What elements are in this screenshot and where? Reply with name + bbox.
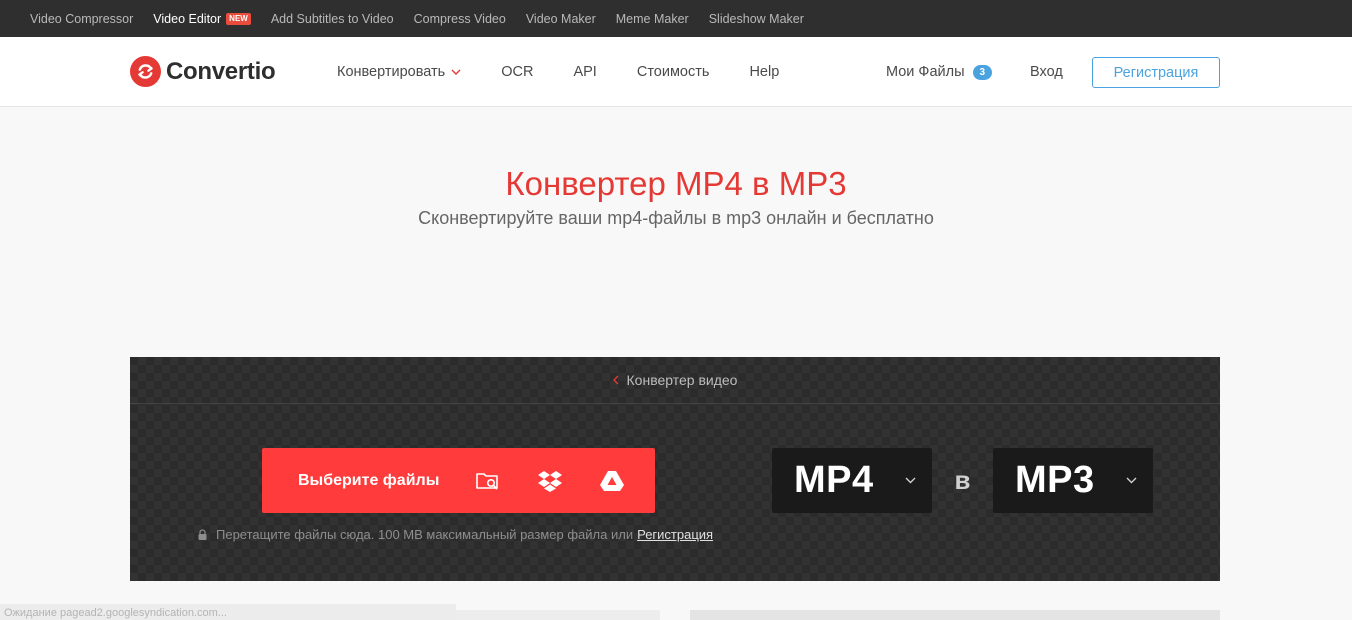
topbar-link-slideshow-maker[interactable]: Slideshow Maker [709,12,804,26]
topbar-link-label: Meme Maker [615,11,689,26]
nav-item-label: Стоимость [636,64,710,80]
dropbox-icon[interactable] [537,468,563,494]
google-drive-icon[interactable] [599,468,625,494]
my-files-link[interactable]: Мои Файлы 3 [886,37,993,107]
converter-panel: Конвертер видео Выберите файлы Перетащит… [130,357,1220,581]
nav-item-pricing[interactable]: Стоимость [637,64,710,80]
folder-search-icon[interactable] [475,468,501,494]
upload-hint: Перетащите файлы сюда. 100 MB максимальн… [198,527,713,542]
chevron-down-icon [1126,477,1137,484]
chevron-left-icon [612,372,619,388]
topbar-link-video-maker[interactable]: Video Maker [526,12,596,26]
nav-item-label: Конвертировать [337,64,446,80]
topbar-link-label: Slideshow Maker [708,11,804,26]
nav-item-api[interactable]: API [573,64,596,80]
register-button[interactable]: Регистрация [1092,57,1220,88]
browser-status-bar: Ожидание pagead2.googlesyndication.com..… [0,604,456,620]
convertio-logo-icon [130,56,161,87]
logo-text: Convertio [166,57,276,85]
hint-text: Перетащите файлы сюда. 100 MB максимальн… [216,527,634,542]
chevron-down-icon [905,477,916,484]
choose-files-button[interactable]: Выберите файлы [262,448,655,513]
page-title: Конвертер MP4 в MP3 [505,165,847,202]
topbar-link-label: Video Compressor [30,11,134,26]
topbar-link-video-editor[interactable]: Video Editor NEW [153,12,251,26]
my-files-label: Мои Файлы [886,64,965,80]
topbar-link-label: Add Subtitles to Video [270,11,394,26]
topbar-link-meme-maker[interactable]: Meme Maker [616,12,689,26]
site-header: Convertio Конвертировать OCR API Стоимос… [0,37,1352,107]
format-connector: в [954,465,971,495]
nav-item-ocr[interactable]: OCR [501,64,533,80]
login-link[interactable]: Вход [1030,37,1063,107]
topbar-link-add-subtitles[interactable]: Add Subtitles to Video [271,12,394,26]
source-format-label: MP4 [794,459,874,501]
topbar-link-label: Compress Video [413,11,506,26]
topbar-link-compress-video[interactable]: Compress Video [414,12,506,26]
nav-item-label: API [573,64,597,80]
files-count-badge: 3 [972,64,993,80]
topbar-link-label: Video Maker [525,11,596,26]
topbar-link-label: Video Editor [153,11,222,26]
topbar-link-video-compressor[interactable]: Video Compressor [30,12,133,26]
new-badge: NEW [226,12,251,25]
logo[interactable]: Convertio [130,56,276,87]
main-nav: Конвертировать OCR API Стоимость Help [337,37,819,107]
content-placeholder [456,610,660,620]
lock-icon [198,529,207,540]
top-bar: Video Compressor Video Editor NEW Add Sub… [0,0,1352,37]
login-label: Вход [1030,64,1063,80]
source-format-select[interactable]: MP4 [772,448,932,513]
breadcrumb[interactable]: Конвертер видео [130,357,1220,404]
nav-item-help[interactable]: Help [749,64,779,80]
nav-item-label: Help [749,64,780,80]
page-subtitle: Сконвертируйте ваши mp4-файлы в mp3 онла… [418,208,934,228]
nav-item-label: OCR [501,64,534,80]
chevron-down-icon [451,69,461,75]
breadcrumb-label: Конвертер видео [626,372,738,388]
content-placeholder [690,610,1220,620]
nav-item-convert[interactable]: Конвертировать [337,64,461,80]
target-format-select[interactable]: MP3 [993,448,1153,513]
choose-files-label: Выберите файлы [298,471,440,489]
hint-register-link[interactable]: Регистрация [637,527,713,542]
target-format-label: MP3 [1015,459,1095,501]
